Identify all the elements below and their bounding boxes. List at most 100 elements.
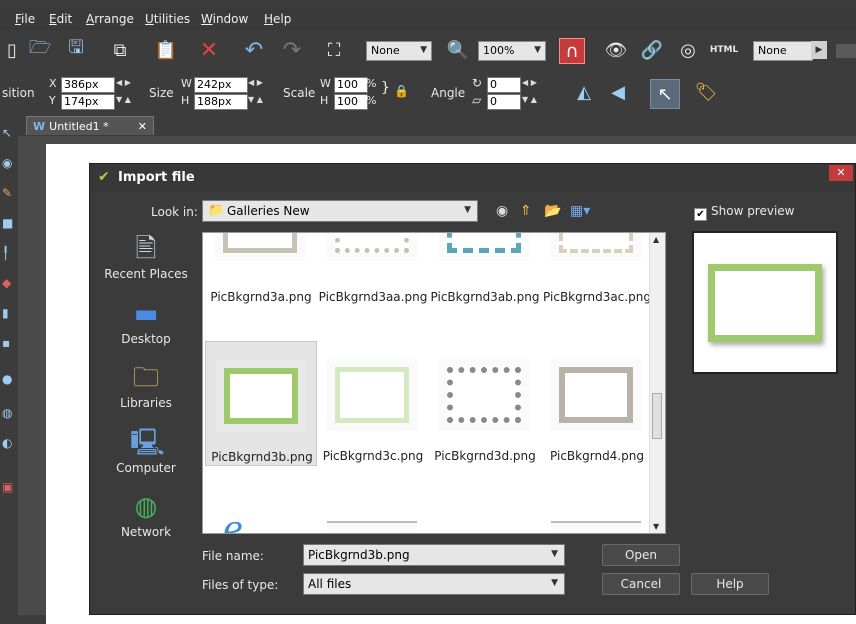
up-folder-icon[interactable]: ⇑ <box>520 203 532 219</box>
photo-tool-icon[interactable]: ▣ <box>2 480 16 494</box>
place-computer[interactable]: 🖳 Computer <box>94 428 198 475</box>
text-tool-icon[interactable]: ▮ <box>2 306 16 320</box>
style-select[interactable]: None <box>753 41 813 61</box>
tab-untitled1[interactable]: W Untitled1 * ✕ <box>26 116 154 135</box>
freehand-tool-icon[interactable]: ✎ <box>2 186 16 200</box>
file-item[interactable]: PicBkgrnd3ab.png <box>429 233 541 308</box>
chevron-down-icon: ▼ <box>464 205 471 215</box>
zoom-percent-select[interactable]: 100% ▼ <box>478 41 546 61</box>
x-input[interactable]: 386px <box>61 77 115 93</box>
zoom-magnifier-icon[interactable]: 🔍 <box>446 38 470 62</box>
file-item[interactable]: PicBkgrnd4.png <box>541 341 653 466</box>
contour-tool-icon[interactable]: ◍ <box>2 406 16 420</box>
skew-icon: ▱ <box>472 93 482 107</box>
lock-aspect-icon[interactable]: 🔒 <box>394 84 409 98</box>
scroll-thumb[interactable] <box>652 393 662 439</box>
fill-tool-icon[interactable]: ◆ <box>2 276 16 290</box>
flip-vertical-icon[interactable]: ◀ <box>606 80 630 104</box>
redo-icon[interactable]: ↷ <box>280 38 304 63</box>
rectangle-tool-icon[interactable]: ▪ <box>2 336 16 350</box>
tab-close-icon[interactable]: ✕ <box>138 120 147 133</box>
file-item[interactable]: PicBkgrnd3d.png <box>429 341 541 466</box>
file-item[interactable]: PicBkgrnd3ac.png <box>541 233 653 308</box>
undo-icon[interactable]: ↶ <box>242 38 266 63</box>
pen-tool-icon[interactable]: ╿ <box>2 246 16 260</box>
new-folder-icon[interactable]: 📂 <box>544 203 561 219</box>
place-desktop[interactable]: ▬ Desktop <box>94 299 198 346</box>
zoom-select[interactable]: None ▼ <box>366 41 432 61</box>
menu-file[interactable]: File <box>15 12 35 26</box>
save-icon[interactable]: 🖫 <box>64 37 88 62</box>
file-item[interactable]: ℯ <box>205 499 317 533</box>
back-icon[interactable]: ◉ <box>496 203 508 219</box>
show-preview-checkbox[interactable]: ✔ Show preview <box>694 204 795 221</box>
delete-icon[interactable]: ✕ <box>197 38 221 63</box>
copy-icon[interactable]: ⧉ <box>108 38 132 62</box>
scale-w-input[interactable]: 100 <box>334 77 368 93</box>
file-type-select[interactable]: All files ▼ <box>303 573 565 595</box>
place-libraries[interactable]: 🗀 Libraries <box>94 363 198 410</box>
height-spin-icon[interactable]: ▼ ▲ <box>248 95 263 104</box>
file-item[interactable]: PicBkgrnd3aa.png <box>317 233 429 308</box>
angle-input[interactable]: 0 <box>487 77 521 93</box>
menu-help[interactable]: Help <box>264 12 291 26</box>
file-item[interactable] <box>317 499 429 533</box>
menu-edit[interactable]: Edit <box>49 12 72 26</box>
height-input[interactable]: 188px <box>194 94 248 110</box>
checkbox-checked-icon[interactable]: ✔ <box>694 208 707 221</box>
file-thumbnail <box>327 233 417 261</box>
menu-utilities[interactable]: Utilities <box>145 12 190 26</box>
view-menu-icon[interactable]: ▦▾ <box>570 203 590 219</box>
skew-input[interactable]: 0 <box>487 94 521 110</box>
new-document-icon[interactable]: ▯ <box>0 38 24 62</box>
transparency-tool-icon[interactable]: ◐ <box>2 436 16 450</box>
open-button[interactable]: Open <box>602 544 680 566</box>
width-input[interactable]: 242px <box>194 77 248 93</box>
link-icon[interactable]: 🔗 <box>640 38 664 62</box>
menu-window[interactable]: Window <box>201 12 248 26</box>
place-network[interactable]: ◍ Network <box>94 492 198 539</box>
file-list[interactable]: PicBkgrnd3a.png PicBkgrnd3aa.png PicBkgr… <box>202 232 666 534</box>
y-input[interactable]: 174px <box>61 94 115 110</box>
zoom-to-fit-icon[interactable]: ⛶ <box>322 38 346 62</box>
file-item[interactable] <box>541 499 653 533</box>
ellipse-tool-icon[interactable]: ● <box>2 372 16 386</box>
file-name: PicBkgrnd3b.png <box>211 450 313 464</box>
cancel-button[interactable]: Cancel <box>602 573 680 595</box>
width-spin-icon[interactable]: ◀ ▶ <box>248 78 263 87</box>
shape-tool-icon[interactable]: ■ <box>2 216 16 230</box>
flip-horizontal-icon[interactable]: ◭ <box>572 80 596 104</box>
play-arrow-icon[interactable]: ▶ <box>811 41 827 59</box>
zoom-tool-icon[interactable]: ◉ <box>2 156 16 170</box>
x-spin-icon[interactable]: ◀ ▶ <box>116 78 131 87</box>
frame-thumbnail <box>559 367 633 423</box>
angle-spin-icon[interactable]: ◀ ▶ <box>522 78 537 87</box>
file-name-input[interactable]: PicBkgrnd3b.png ▼ <box>303 544 565 566</box>
help-button[interactable]: Help <box>691 573 769 595</box>
html-export-icon[interactable]: HTML <box>708 38 740 62</box>
y-spin-icon[interactable]: ▼ ▲ <box>116 95 131 104</box>
open-folder-icon[interactable]: 🗁 <box>28 37 52 62</box>
scroll-down-icon[interactable]: ▼ <box>653 522 659 531</box>
file-item[interactable]: PicBkgrnd3a.png <box>205 233 317 308</box>
preview-icon[interactable]: 👁 <box>604 38 628 62</box>
dialog-titlebar[interactable]: ✔ Import file ✕ <box>90 164 855 192</box>
place-recent[interactable]: 🖹 Recent Places <box>94 234 198 281</box>
file-list-scrollbar[interactable]: ▲ ▼ <box>649 233 665 533</box>
look-in-select[interactable]: 📁 Galleries New ▼ <box>202 200 478 222</box>
selector-tool-icon[interactable]: ↖ <box>650 79 680 109</box>
skew-spin-icon[interactable]: ▼ ▲ <box>522 95 537 104</box>
scale-h-input[interactable]: 100 <box>334 94 368 110</box>
overflow-icon[interactable] <box>836 44 856 58</box>
selector-tool-icon[interactable]: ↖ <box>2 126 16 140</box>
file-item[interactable]: PicBkgrnd3c.png <box>317 341 429 466</box>
menu-arrange[interactable]: Arrange <box>86 12 134 26</box>
dialog-close-button[interactable]: ✕ <box>829 165 853 181</box>
web-check-icon[interactable]: ◎ <box>676 38 700 62</box>
h-label: H <box>181 94 190 107</box>
magnet-snap-icon[interactable]: ∩ <box>559 38 585 64</box>
tag-icon[interactable]: 🏷 <box>694 80 718 104</box>
file-item-selected[interactable]: PicBkgrnd3b.png <box>205 341 317 466</box>
scroll-up-icon[interactable]: ▲ <box>653 235 659 244</box>
paste-icon[interactable]: 📋 <box>154 38 178 62</box>
